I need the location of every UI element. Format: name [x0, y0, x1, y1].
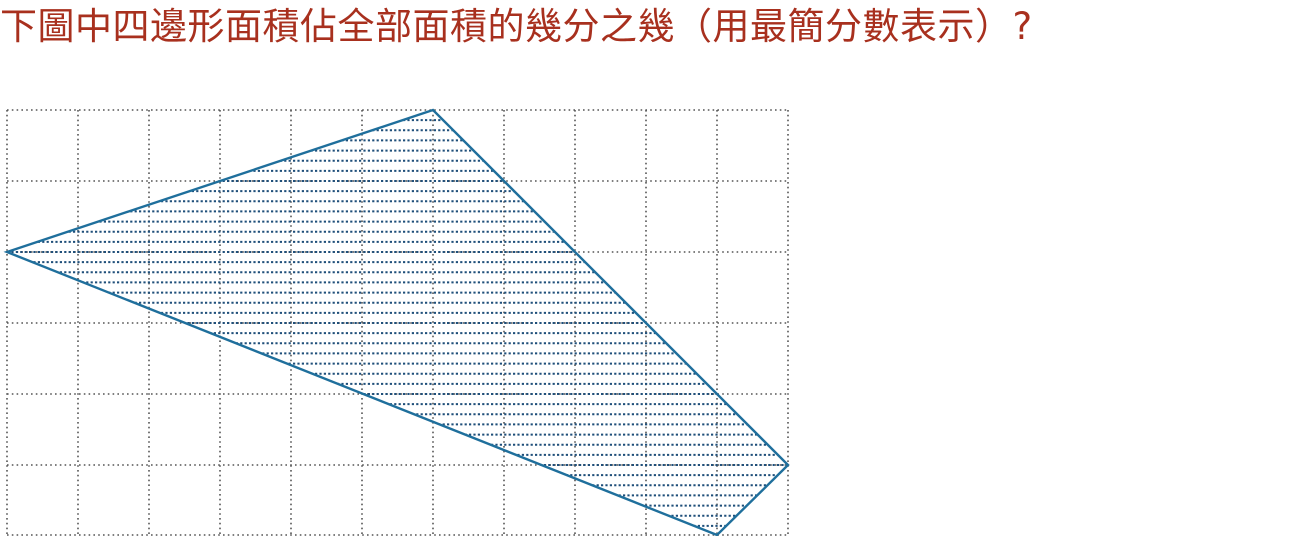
grid-figure: [3, 108, 790, 536]
dotted-grid: [6, 109, 789, 536]
